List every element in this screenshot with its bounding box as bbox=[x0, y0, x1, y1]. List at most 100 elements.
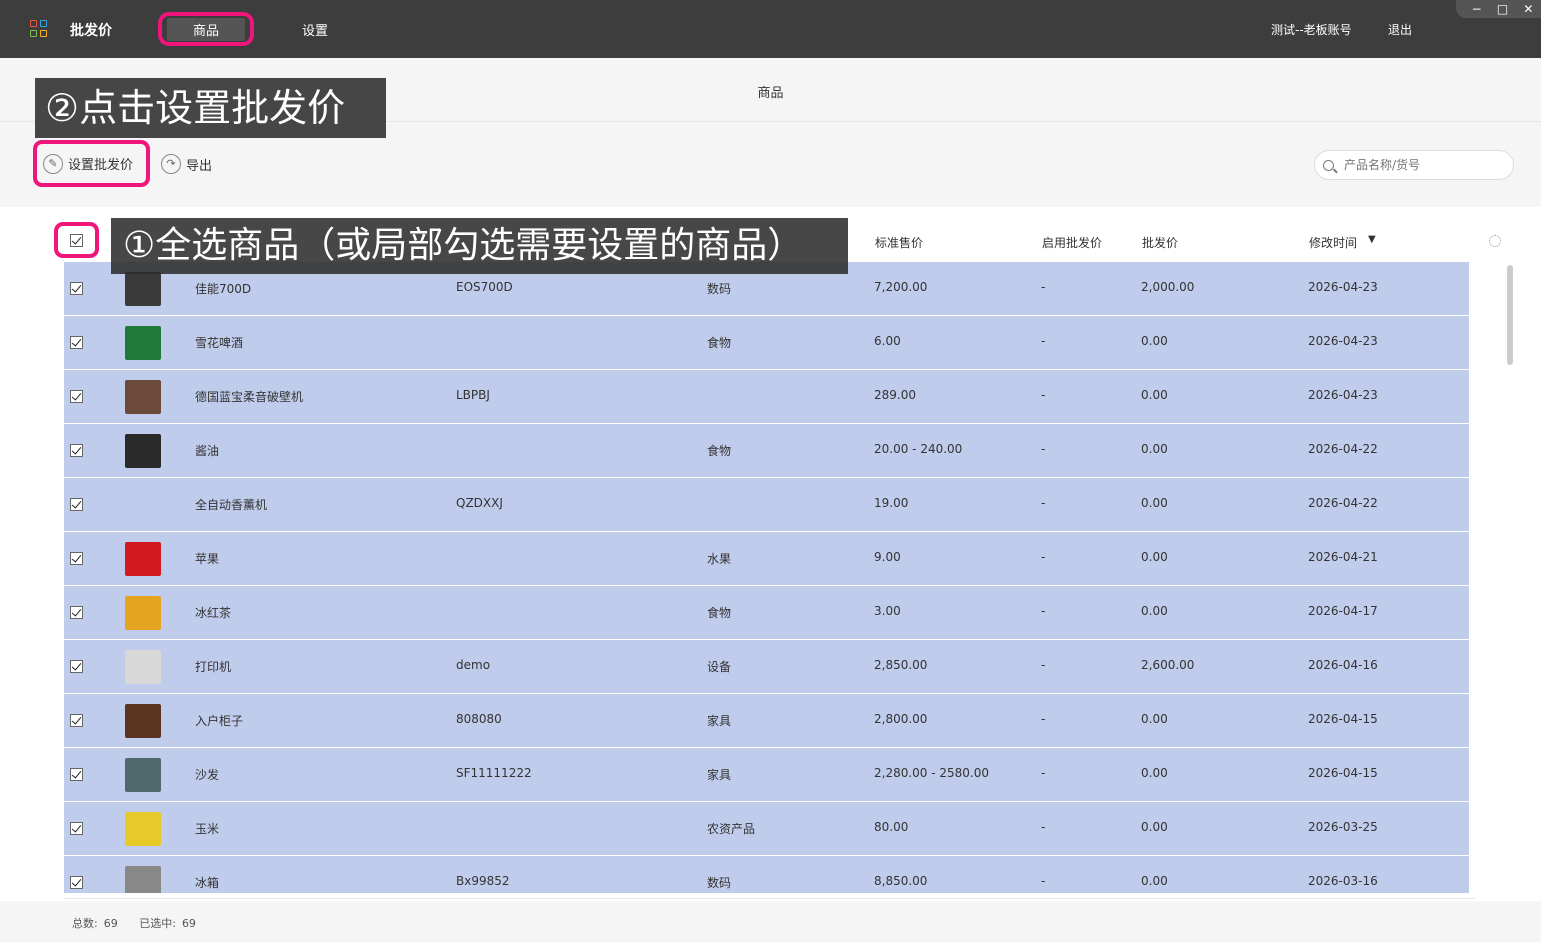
cell-price: 289.00 bbox=[874, 388, 916, 402]
row-checkbox[interactable] bbox=[70, 282, 83, 295]
product-thumbnail bbox=[125, 812, 161, 846]
cell-price: 2,280.00 - 2580.00 bbox=[874, 766, 990, 780]
cell-enabled: - bbox=[1041, 604, 1046, 618]
search-icon bbox=[1323, 159, 1334, 171]
table-row[interactable]: 苹果 水果 9.00 - 0.00 2026-04-21 bbox=[64, 532, 1469, 586]
cell-enabled: - bbox=[1041, 712, 1046, 726]
product-thumbnail bbox=[125, 434, 161, 468]
cell-date: 2026-04-21 bbox=[1308, 550, 1378, 564]
cell-price: 9.00 bbox=[874, 550, 901, 564]
cell-date: 2026-04-23 bbox=[1308, 280, 1378, 294]
cell-enabled: - bbox=[1041, 766, 1046, 780]
cell-category: 数码 bbox=[707, 282, 732, 296]
cell-date: 2026-03-25 bbox=[1308, 820, 1378, 834]
edit-icon: ✎ bbox=[43, 153, 63, 174]
product-thumbnail bbox=[125, 488, 161, 522]
cell-wholesale: 0.00 bbox=[1141, 766, 1168, 780]
total-count: 69 bbox=[103, 917, 118, 930]
cell-category: 食物 bbox=[707, 336, 732, 350]
cell-date: 2026-04-15 bbox=[1308, 766, 1378, 780]
logout-link[interactable]: 退出 bbox=[1388, 21, 1412, 38]
cell-code: SF11111222 bbox=[456, 766, 532, 780]
export-button[interactable]: ↷ 导出 bbox=[161, 154, 212, 174]
cell-wholesale: 0.00 bbox=[1141, 820, 1168, 834]
table-body: 佳能700D EOS700D 数码 7,200.00 - 2,000.00 2026-04-… bbox=[64, 262, 1469, 893]
cell-enabled: - bbox=[1041, 820, 1046, 834]
table-row[interactable]: 冰箱 Bx99852 数码 8,850.00 - 0.00 2026-03-16 bbox=[64, 856, 1469, 893]
cell-code: EOS700D bbox=[456, 280, 513, 294]
cell-category: 设备 bbox=[707, 660, 732, 674]
search-input[interactable] bbox=[1344, 158, 1504, 172]
cell-price: 8,850.00 bbox=[874, 874, 928, 888]
cell-wholesale: 2,600.00 bbox=[1141, 658, 1195, 672]
set-wholesale-price-button[interactable]: ✎ 设置批发价 bbox=[33, 140, 150, 187]
row-checkbox[interactable] bbox=[70, 552, 83, 565]
table-row[interactable]: 入户柜子 808080 家具 2,800.00 - 0.00 2026-04-15 bbox=[64, 694, 1469, 748]
cell-date: 2026-04-22 bbox=[1308, 442, 1378, 456]
cell-name: 佳能700D bbox=[195, 282, 252, 296]
export-label: 导出 bbox=[186, 158, 213, 174]
product-thumbnail bbox=[125, 380, 161, 414]
row-checkbox[interactable] bbox=[70, 390, 83, 403]
col-header-price[interactable]: 标准售价 bbox=[875, 234, 923, 251]
col-header-wholesale[interactable]: 批发价 bbox=[1142, 234, 1178, 251]
product-thumbnail bbox=[125, 326, 161, 360]
row-checkbox[interactable] bbox=[70, 498, 83, 511]
cell-category: 家具 bbox=[707, 768, 732, 782]
close-icon[interactable]: ✕ bbox=[1523, 3, 1533, 15]
window-controls: − □ ✕ bbox=[1456, 0, 1541, 18]
cell-enabled: - bbox=[1041, 280, 1046, 294]
product-thumbnail bbox=[125, 596, 161, 630]
maximize-icon[interactable]: □ bbox=[1497, 3, 1508, 15]
table-footer: 总数: 69 已选中: 69 bbox=[72, 915, 202, 931]
cell-category: 农资产品 bbox=[707, 822, 756, 836]
row-checkbox[interactable] bbox=[70, 876, 83, 889]
cell-date: 2026-04-22 bbox=[1308, 496, 1378, 510]
vertical-scrollbar[interactable] bbox=[1507, 265, 1513, 365]
select-all-checkbox[interactable] bbox=[54, 222, 99, 258]
cell-name: 冰红茶 bbox=[195, 606, 232, 620]
selected-count: 69 bbox=[181, 917, 196, 930]
table-row[interactable]: 酱油 食物 20.00 - 240.00 - 0.00 2026-04-22 bbox=[64, 424, 1469, 478]
table-row[interactable]: 沙发 SF11111222 家具 2,280.00 - 2580.00 - 0.00 202… bbox=[64, 748, 1469, 802]
cell-name: 德国蓝宝柔音破壁机 bbox=[195, 390, 304, 404]
minimize-icon[interactable]: − bbox=[1472, 3, 1482, 15]
cell-enabled: - bbox=[1041, 442, 1046, 456]
row-checkbox[interactable] bbox=[70, 768, 83, 781]
table-row[interactable]: 玉米 农资产品 80.00 - 0.00 2026-03-25 bbox=[64, 802, 1469, 856]
row-checkbox[interactable] bbox=[70, 336, 83, 349]
account-name[interactable]: 测试--老板账号 bbox=[1271, 21, 1352, 38]
search-box[interactable] bbox=[1314, 150, 1514, 180]
cell-price: 20.00 - 240.00 bbox=[874, 442, 963, 456]
row-checkbox[interactable] bbox=[70, 660, 83, 673]
row-checkbox[interactable] bbox=[70, 444, 83, 457]
cell-date: 2026-04-17 bbox=[1308, 604, 1378, 618]
table-row[interactable]: 全自动香薰机 QZDXXJ 19.00 - 0.00 2026-04-22 bbox=[64, 478, 1469, 532]
cell-date: 2026-03-16 bbox=[1308, 874, 1378, 888]
row-checkbox[interactable] bbox=[70, 714, 83, 727]
table-row[interactable]: 德国蓝宝柔音破壁机 LBPBJ 289.00 - 0.00 2026-04-23 bbox=[64, 370, 1469, 424]
cell-wholesale: 2,000.00 bbox=[1141, 280, 1195, 294]
col-header-enable-wholesale[interactable]: 启用批发价 bbox=[1042, 234, 1102, 251]
cell-enabled: - bbox=[1041, 388, 1046, 402]
column-settings-gear-icon[interactable] bbox=[1489, 235, 1501, 247]
tab-settings[interactable]: 设置 bbox=[302, 20, 328, 39]
row-checkbox[interactable] bbox=[70, 822, 83, 835]
tutorial-callout-step2: ②点击设置批发价 bbox=[35, 78, 386, 138]
cell-enabled: - bbox=[1041, 658, 1046, 672]
cell-wholesale: 0.00 bbox=[1141, 496, 1168, 510]
sort-desc-icon[interactable]: ▼ bbox=[1368, 234, 1376, 245]
cell-category: 水果 bbox=[707, 552, 732, 566]
cell-name: 冰箱 bbox=[195, 876, 220, 890]
row-checkbox[interactable] bbox=[70, 606, 83, 619]
cell-name: 苹果 bbox=[195, 552, 220, 566]
cell-date: 2026-04-15 bbox=[1308, 712, 1378, 726]
tab-goods[interactable]: 商品 bbox=[158, 12, 254, 46]
table-row[interactable]: 打印机 demo 设备 2,850.00 - 2,600.00 2026-04-16 bbox=[64, 640, 1469, 694]
table-row[interactable]: 雪花啤酒 食物 6.00 - 0.00 2026-04-23 bbox=[64, 316, 1469, 370]
table-row[interactable]: 冰红茶 食物 3.00 - 0.00 2026-04-17 bbox=[64, 586, 1469, 640]
tutorial-callout-step1: ①全选商品（或局部勾选需要设置的商品） bbox=[111, 218, 848, 274]
col-header-modified[interactable]: 修改时间 bbox=[1309, 234, 1357, 251]
cell-name: 酱油 bbox=[195, 444, 220, 458]
cell-enabled: - bbox=[1041, 550, 1046, 564]
